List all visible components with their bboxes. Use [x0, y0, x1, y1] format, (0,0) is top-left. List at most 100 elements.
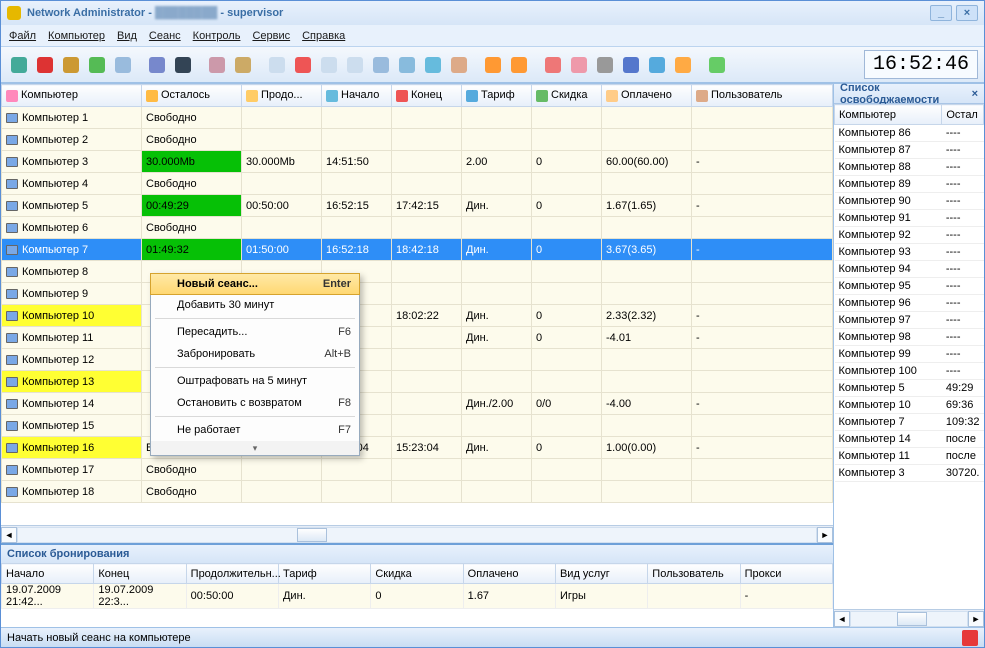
table-row[interactable]: Компьютер 500:49:2900:50:0016:52:1517:42… — [2, 195, 833, 217]
ctx-fine[interactable]: Оштрафовать на 5 минут — [151, 370, 359, 392]
tb-doc2-icon[interactable] — [317, 53, 341, 77]
table-row[interactable]: Компьютер 8 — [2, 261, 833, 283]
table-row[interactable]: Компьютер 330.000Mb30.000Mb14:51:502.000… — [2, 151, 833, 173]
side-row[interactable]: Компьютер 330720. — [835, 465, 984, 482]
col-6[interactable]: Скидка — [532, 85, 602, 107]
tb-info-icon[interactable] — [645, 53, 669, 77]
close-button[interactable]: × — [956, 5, 978, 21]
ctx-expand[interactable]: ▾ — [151, 441, 359, 455]
ctx-transfer[interactable]: Пересадить...F6 — [151, 321, 359, 343]
side-row[interactable]: Компьютер 549:29 — [835, 380, 984, 397]
tb-disk-icon[interactable] — [205, 53, 229, 77]
tb-screen2-icon[interactable] — [171, 53, 195, 77]
tb-delete-icon[interactable] — [33, 53, 57, 77]
tb-refresh-icon[interactable] — [7, 53, 31, 77]
booking-grid[interactable]: НачалоКонецПродолжительн...ТарифСкидкаОп… — [1, 563, 833, 609]
hscrollbar[interactable]: ◄ ► — [1, 525, 833, 543]
table-row[interactable]: Компьютер 1452:39Дин./2.000/0-4.00- — [2, 393, 833, 415]
table-row[interactable]: Компьютер 12 — [2, 349, 833, 371]
menu-computer[interactable]: Компьютер — [48, 30, 105, 42]
side-row[interactable]: Компьютер 90---- — [835, 193, 984, 210]
col-7[interactable]: Оплачено — [602, 85, 692, 107]
table-row[interactable]: Компьютер 9 — [2, 283, 833, 305]
side-row[interactable]: Компьютер 87---- — [835, 142, 984, 159]
table-row[interactable]: Компьютер 16Время вышло00:50:0014:53:041… — [2, 437, 833, 459]
context-menu[interactable]: Новый сеанс... Enter Добавить 30 минут П… — [150, 273, 360, 456]
tb-monitor-icon[interactable] — [369, 53, 393, 77]
tb-alarm2-icon[interactable] — [507, 53, 531, 77]
table-row[interactable]: Компьютер 1052:2218:02:22Дин.02.33(2.32)… — [2, 305, 833, 327]
col-4[interactable]: Конец — [392, 85, 462, 107]
side-row[interactable]: Компьютер 93---- — [835, 244, 984, 261]
side-col-remain[interactable]: Остал — [942, 105, 984, 125]
menu-help[interactable]: Справка — [302, 30, 345, 42]
tb-home-icon[interactable] — [111, 53, 135, 77]
side-row[interactable]: Компьютер 94---- — [835, 261, 984, 278]
table-row[interactable]: Компьютер 6Свободно — [2, 217, 833, 239]
tb-gift-icon[interactable] — [541, 53, 565, 77]
side-row[interactable]: Компьютер 99---- — [835, 346, 984, 363]
menu-file[interactable]: Файл — [9, 30, 36, 42]
status-alert-icon[interactable] — [962, 630, 978, 646]
table-row[interactable]: Компьютер 11Дин.0-4.01- — [2, 327, 833, 349]
tb-power-icon[interactable] — [291, 53, 315, 77]
col-8[interactable]: Пользователь — [692, 85, 833, 107]
tb-arrow-icon[interactable] — [85, 53, 109, 77]
side-hscrollbar[interactable]: ◄ ► — [834, 609, 984, 627]
side-row[interactable]: Компьютер 91---- — [835, 210, 984, 227]
side-row[interactable]: Компьютер 1069:36 — [835, 397, 984, 414]
tb-doc1-icon[interactable] — [265, 53, 289, 77]
table-row[interactable]: Компьютер 4Свободно — [2, 173, 833, 195]
tb-doc3-icon[interactable] — [343, 53, 367, 77]
side-scroll-right[interactable]: ► — [968, 611, 984, 627]
col-1[interactable]: Осталось — [142, 85, 242, 107]
ctx-stop-refund[interactable]: Остановить с возвратомF8 — [151, 392, 359, 414]
tb-alarm-icon[interactable] — [481, 53, 505, 77]
tb-help-icon[interactable] — [671, 53, 695, 77]
col-2[interactable]: Продо... — [242, 85, 322, 107]
tb-users-icon[interactable] — [567, 53, 591, 77]
side-row[interactable]: Компьютер 98---- — [835, 329, 984, 346]
menu-view[interactable]: Вид — [117, 30, 137, 42]
table-row[interactable]: Компьютер 2Свободно — [2, 129, 833, 151]
side-row[interactable]: Компьютер 100---- — [835, 363, 984, 380]
tb-exit-icon[interactable] — [705, 53, 729, 77]
table-row[interactable]: Компьютер 15 — [2, 415, 833, 437]
minimize-button[interactable]: _ — [930, 5, 952, 21]
scroll-thumb[interactable] — [297, 528, 327, 542]
ctx-new-session[interactable]: Новый сеанс... Enter — [150, 273, 360, 295]
tb-screen1-icon[interactable] — [145, 53, 169, 77]
side-row[interactable]: Компьютер 14после — [835, 431, 984, 448]
tb-gear-icon[interactable] — [593, 53, 617, 77]
side-close-button[interactable]: × — [972, 88, 978, 100]
ctx-not-working[interactable]: Не работаетF7 — [151, 419, 359, 441]
side-row[interactable]: Компьютер 95---- — [835, 278, 984, 295]
menu-service[interactable]: Сервис — [252, 30, 290, 42]
table-row[interactable]: Компьютер 18Свободно — [2, 481, 833, 503]
side-row[interactable]: Компьютер 7109:32 — [835, 414, 984, 431]
col-5[interactable]: Тариф — [462, 85, 532, 107]
side-row[interactable]: Компьютер 92---- — [835, 227, 984, 244]
side-row[interactable]: Компьютер 89---- — [835, 176, 984, 193]
menu-control[interactable]: Контроль — [193, 30, 241, 42]
tb-user1-icon[interactable] — [447, 53, 471, 77]
scroll-right-button[interactable]: ► — [817, 527, 833, 543]
table-row[interactable]: Компьютер 13 — [2, 371, 833, 393]
side-grid[interactable]: Компьютер Остал Компьютер 86----Компьюте… — [834, 104, 984, 482]
tb-tools-icon[interactable] — [59, 53, 83, 77]
col-0[interactable]: Компьютер — [2, 85, 142, 107]
table-row[interactable]: Компьютер 1Свободно — [2, 107, 833, 129]
tb-money-icon[interactable] — [231, 53, 255, 77]
scroll-left-button[interactable]: ◄ — [1, 527, 17, 543]
col-3[interactable]: Начало — [322, 85, 392, 107]
main-grid[interactable]: КомпьютерОсталосьПродо...НачалоКонецТари… — [1, 84, 833, 503]
side-row[interactable]: Компьютер 86---- — [835, 125, 984, 142]
table-row[interactable]: Компьютер 17Свободно — [2, 459, 833, 481]
side-row[interactable]: Компьютер 96---- — [835, 295, 984, 312]
menu-session[interactable]: Сеанс — [149, 30, 181, 42]
tb-drop-icon[interactable] — [421, 53, 445, 77]
tb-book-icon[interactable] — [619, 53, 643, 77]
side-row[interactable]: Компьютер 97---- — [835, 312, 984, 329]
ctx-add-30min[interactable]: Добавить 30 минут — [151, 294, 359, 316]
table-row[interactable]: Компьютер 701:49:3201:50:0016:52:1818:42… — [2, 239, 833, 261]
